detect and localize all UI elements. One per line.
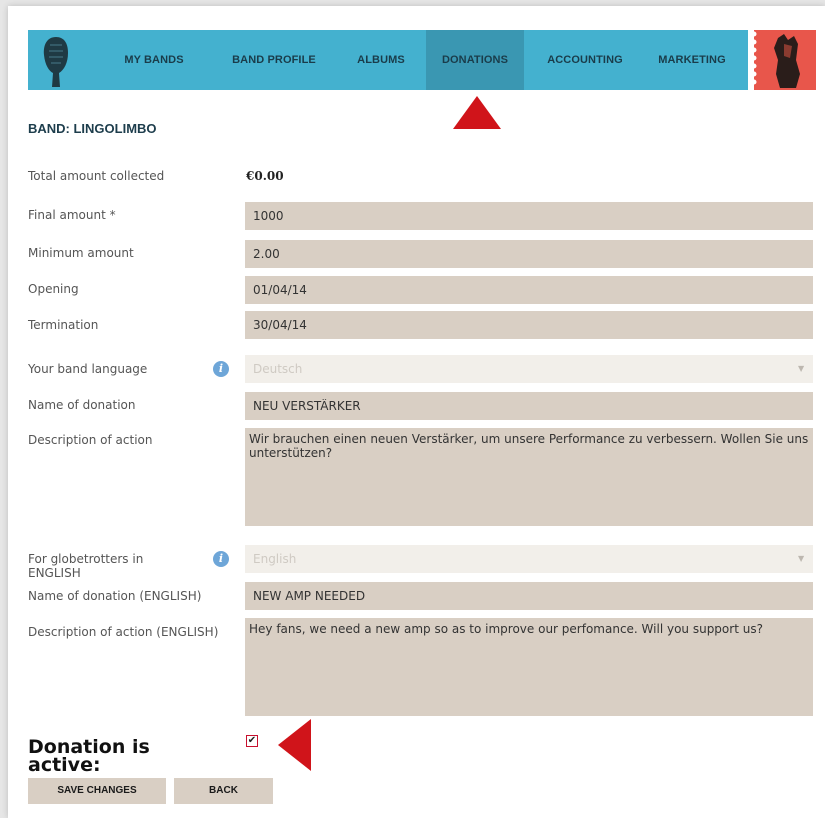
donation-active-label: Donation is active: — [28, 736, 150, 776]
back-button[interactable]: BACK — [174, 778, 273, 804]
total-amount-value: €0.00 — [246, 169, 284, 183]
checkbox-pointer-icon — [278, 719, 311, 771]
info-icon[interactable]: i — [213, 361, 229, 377]
nav-tab-my-bands[interactable]: MY BANDS — [106, 30, 202, 90]
minimum-amount-input[interactable] — [245, 240, 813, 268]
nav-tab-band-profile[interactable]: BAND PROFILE — [220, 30, 328, 90]
chevron-down-icon: ▼ — [798, 364, 805, 373]
donation-name-input[interactable] — [245, 392, 813, 420]
nav-tab-accounting[interactable]: ACCOUNTING — [534, 30, 636, 90]
save-changes-button[interactable]: SAVE CHANGES — [28, 778, 166, 804]
final-amount-label: Final amount * — [28, 208, 116, 222]
chevron-down-icon: ▼ — [798, 554, 805, 563]
globetrotters-label: For globetrotters in ENGLISH — [28, 552, 144, 580]
final-amount-input[interactable] — [245, 202, 813, 230]
opening-label: Opening — [28, 282, 79, 296]
minimum-amount-label: Minimum amount — [28, 246, 134, 260]
donation-active-checkbox[interactable]: ✔ — [246, 735, 258, 747]
nav-tab-donations[interactable]: DONATIONS — [426, 30, 524, 90]
total-amount-label: Total amount collected — [28, 169, 165, 183]
nav-tab-marketing[interactable]: MARKETING — [648, 30, 736, 90]
opening-date-input[interactable] — [245, 276, 813, 304]
band-language-label: Your band language — [28, 362, 148, 376]
band-language-select[interactable] — [245, 355, 813, 383]
nav-tab-albums[interactable]: ALBUMS — [345, 30, 417, 90]
band-logo-icon[interactable] — [41, 35, 71, 87]
stamp-image-icon — [748, 30, 816, 90]
donation-name-en-label: Name of donation (ENGLISH) — [28, 589, 202, 603]
band-title: BAND: LINGOLIMBO — [28, 121, 157, 136]
description-label: Description of action — [28, 433, 153, 447]
main-nav: MY BANDS BAND PROFILE ALBUMS DONATIONS A… — [28, 30, 816, 90]
info-icon[interactable]: i — [213, 551, 229, 567]
description-textarea[interactable] — [245, 428, 813, 526]
active-tab-pointer-icon — [453, 96, 501, 129]
description-en-textarea[interactable] — [245, 618, 813, 716]
donation-name-en-input[interactable] — [245, 582, 813, 610]
termination-label: Termination — [28, 318, 99, 332]
description-en-label: Description of action (ENGLISH) — [28, 625, 219, 639]
termination-date-input[interactable] — [245, 311, 813, 339]
donation-name-label: Name of donation — [28, 398, 136, 412]
globetrotter-language-select[interactable] — [245, 545, 813, 573]
